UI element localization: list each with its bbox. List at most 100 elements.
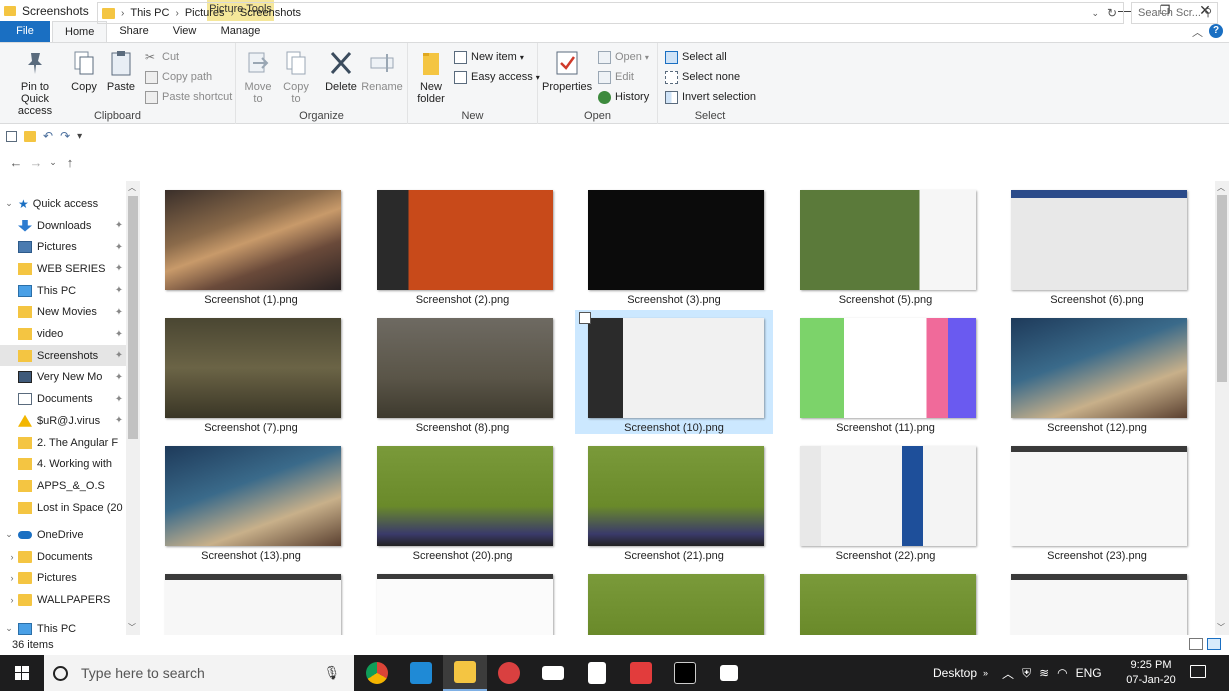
nav-this-pc[interactable]: ⌄ This PC <box>0 618 126 635</box>
large-icons-view-icon[interactable] <box>1207 638 1221 650</box>
chevron-right-icon[interactable]: › <box>0 552 18 562</box>
scroll-down-icon[interactable]: ﹀ <box>1217 622 1225 633</box>
tab-manage[interactable]: Manage <box>207 21 274 42</box>
easy-access-button[interactable]: Easy access ▾ <box>454 69 540 85</box>
sidebar-item-screenshots[interactable]: Screenshots ✦ <box>0 345 126 367</box>
select-all-button[interactable]: Select all <box>665 49 727 65</box>
sidebar-item-lost-in-space-20[interactable]: Lost in Space (20 <box>0 497 126 518</box>
sidebar-item-downloads[interactable]: Downloads ✦ <box>0 215 126 236</box>
file-item[interactable] <box>998 566 1196 635</box>
instagram-app[interactable] <box>619 655 663 691</box>
pin-icon[interactable]: ✦ <box>112 372 126 383</box>
file-item[interactable]: Screenshot (20).png <box>364 438 562 562</box>
sidebar-item-2-the-angular-f[interactable]: 2. The Angular F <box>0 432 126 453</box>
content-scrollbar-thumb[interactable] <box>1217 195 1227 382</box>
nav-scrollbar-thumb[interactable] <box>128 196 138 439</box>
paste-shortcut-button[interactable]: Paste shortcut <box>145 89 232 105</box>
breadcrumb-separator-icon[interactable]: › <box>175 8 178 19</box>
file-item[interactable] <box>575 566 773 635</box>
breadcrumb-pictures[interactable]: Pictures <box>185 7 225 19</box>
history-button[interactable]: History <box>598 89 649 105</box>
chrome-app[interactable] <box>355 655 399 691</box>
address-dropdown-icon[interactable]: ⌄ <box>1091 8 1099 19</box>
file-item[interactable]: Screenshot (8).png <box>364 310 562 434</box>
pin-icon[interactable]: ✦ <box>112 242 126 253</box>
pin-icon[interactable]: ✦ <box>112 329 126 340</box>
file-item[interactable] <box>364 566 562 635</box>
details-view-icon[interactable] <box>1189 638 1203 650</box>
file-item[interactable]: Screenshot (6).png <box>998 182 1196 306</box>
help-icon[interactable]: ? <box>1209 24 1223 38</box>
move-to-button[interactable]: Move to <box>242 47 274 105</box>
breadcrumb-this-pc[interactable]: This PC <box>130 7 169 19</box>
scroll-down-icon[interactable]: ﹀ <box>128 622 136 633</box>
action-center-icon[interactable] <box>1190 665 1206 678</box>
whatsapp-app[interactable] <box>487 655 531 691</box>
wifi-icon[interactable]: ◠ <box>1057 666 1067 680</box>
refresh-icon[interactable]: ↻ <box>1107 6 1117 20</box>
file-item[interactable]: Screenshot (23).png <box>998 438 1196 562</box>
sidebar-item-this-pc[interactable]: This PC ✦ <box>0 280 126 301</box>
file-item[interactable]: Screenshot (10).png <box>575 310 773 434</box>
undo-icon[interactable]: ↶ <box>43 129 53 143</box>
properties-button[interactable]: Properties <box>542 47 592 93</box>
address-bar[interactable]: › This PC › Pictures › Screenshots ⌄ ↻ <box>97 2 1124 24</box>
file-item[interactable]: Screenshot (2).png <box>364 182 562 306</box>
file-item[interactable]: Screenshot (1).png <box>152 182 350 306</box>
breadcrumb-separator-icon[interactable]: › <box>231 8 234 19</box>
customize-toolbar-icon[interactable]: ▾ <box>77 131 82 142</box>
properties-icon[interactable] <box>6 130 17 142</box>
breadcrumb-separator-icon[interactable]: › <box>121 8 124 19</box>
pin-to-quick-access-button[interactable]: Pin to Quick access <box>4 47 66 117</box>
file-item[interactable]: Screenshot (7).png <box>152 310 350 434</box>
sidebar-item-4-working-with[interactable]: 4. Working with <box>0 454 126 475</box>
edit-button[interactable]: Edit <box>598 69 634 85</box>
sidebar-item-pictures[interactable]: Pictures ✦ <box>0 237 126 258</box>
copy-path-button[interactable]: Copy path <box>145 69 212 85</box>
tab-share[interactable]: Share <box>107 21 160 42</box>
open-button[interactable]: Open ▾ <box>598 49 649 65</box>
pin-icon[interactable]: ✦ <box>112 285 126 296</box>
new-item-button[interactable]: New item ▾ <box>454 49 524 65</box>
file-item[interactable]: Screenshot (3).png <box>575 182 773 306</box>
pin-icon[interactable]: ✦ <box>112 415 126 426</box>
paste-button[interactable]: Paste <box>104 47 138 93</box>
file-explorer-app[interactable] <box>443 655 487 691</box>
chevron-down-icon[interactable]: ⌄ <box>0 623 18 634</box>
language-indicator[interactable]: ENG <box>1076 666 1102 680</box>
back-arrow-icon[interactable]: ← <box>6 155 26 170</box>
sidebar-item-new-movies[interactable]: New Movies ✦ <box>0 302 126 323</box>
sidebar-item-onedrive-pictures[interactable]: › Pictures <box>0 568 126 589</box>
pin-icon[interactable]: ✦ <box>112 263 126 274</box>
terminal-app[interactable] <box>663 655 707 691</box>
file-item[interactable]: Screenshot (13).png <box>152 438 350 562</box>
clock[interactable]: 9:25 PM 07-Jan-20 <box>1126 658 1176 688</box>
tab-file[interactable]: File <box>0 21 50 42</box>
tab-home[interactable]: Home <box>52 21 108 42</box>
pin-icon[interactable]: ✦ <box>112 350 126 361</box>
sidebar-item-onedrive-documents[interactable]: › Documents <box>0 546 126 567</box>
file-item[interactable]: Screenshot (12).png <box>998 310 1196 434</box>
collapse-ribbon-icon[interactable]: ︿ <box>1192 24 1203 40</box>
file-item[interactable] <box>787 566 985 635</box>
sidebar-item-apps-o-s[interactable]: APPS_&_O.S <box>0 475 126 496</box>
copy-button[interactable]: Copy <box>68 47 100 93</box>
vscode-app[interactable] <box>399 655 443 691</box>
file-item[interactable]: Screenshot (22).png <box>787 438 985 562</box>
chevron-right-icon[interactable]: › <box>0 573 18 583</box>
recent-locations-icon[interactable]: ⌄ <box>46 157 60 168</box>
redo-icon[interactable]: ↷ <box>60 129 70 143</box>
desktop-toolbar[interactable]: Desktop <box>933 666 977 680</box>
chevron-down-icon[interactable]: ⌄ <box>0 529 18 540</box>
security-icon[interactable]: ⛨ <box>1022 666 1031 681</box>
sidebar-item-video[interactable]: video ✦ <box>0 324 126 345</box>
copy-to-button[interactable]: Copy to <box>280 47 312 105</box>
sidebar-item-ur-j-virus[interactable]: $uR@J.virus ✦ <box>0 410 126 431</box>
show-hidden-icons-icon[interactable]: ︿ <box>1002 665 1014 682</box>
delete-button[interactable]: Delete <box>322 47 360 93</box>
search-input[interactable]: Search Scr... ⚲ <box>1131 2 1218 24</box>
chevron-icon[interactable]: » <box>983 668 988 678</box>
file-item[interactable]: Screenshot (11).png <box>787 310 985 434</box>
sidebar-item-web-series[interactable]: WEB SERIES ✦ <box>0 258 126 279</box>
sidebar-item-very-new-mo[interactable]: Very New Mo ✦ <box>0 367 126 388</box>
